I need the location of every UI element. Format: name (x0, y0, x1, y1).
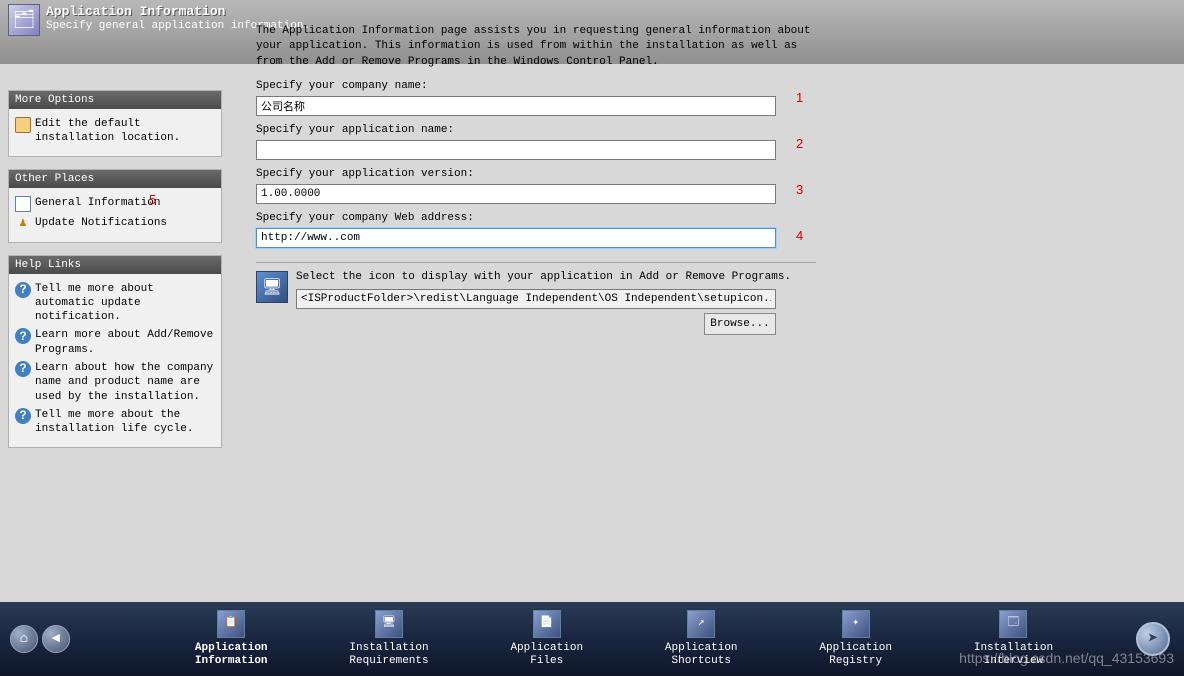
nav-registry[interactable]: ✦ ApplicationRegistry (819, 610, 892, 668)
header-title: Application Information (46, 4, 310, 19)
bell-icon: ♟ (15, 216, 31, 232)
left-column: More Options Edit the default installati… (8, 90, 222, 460)
version-label: Specify your application version: (256, 168, 816, 180)
back-button[interactable]: ◄ (42, 625, 70, 653)
icon-label: Select the icon to display with your app… (296, 271, 816, 283)
help-icon: ? (15, 282, 31, 298)
nav-label: ApplicationRegistry (819, 642, 892, 668)
annotation-3: 3 (796, 182, 803, 197)
app-name-label: Specify your application name: (256, 124, 816, 136)
item-label: Tell me more about the installation life… (35, 408, 215, 437)
help-icon: ? (15, 408, 31, 424)
icon-path-input[interactable] (296, 289, 776, 309)
folder-icon (15, 117, 31, 133)
other-places-title: Other Places (9, 170, 221, 188)
help-links-title: Help Links (9, 256, 221, 274)
files-nav-icon: 📄 (533, 610, 561, 638)
annotation-5: 5 (149, 192, 156, 207)
help-company-name[interactable]: ? Learn about how the company name and p… (15, 359, 215, 406)
app-name-input[interactable] (256, 140, 776, 160)
grid-icon (15, 196, 31, 212)
icon-selection-row: 🖥 Select the icon to display with your a… (256, 271, 816, 309)
nav-files[interactable]: 📄 ApplicationFiles (510, 610, 583, 668)
application-icon: 🖥 (256, 271, 288, 303)
separator (256, 262, 816, 263)
registry-nav-icon: ✦ (842, 610, 870, 638)
main-content: The Application Information page assists… (256, 24, 816, 335)
edit-default-location[interactable]: Edit the default installation location. (15, 115, 215, 148)
nav-label: ApplicationFiles (510, 642, 583, 668)
home-button[interactable]: ⌂ (10, 625, 38, 653)
nav-app-info[interactable]: 📋 ApplicationInformation (195, 610, 268, 668)
requirements-nav-icon: 🖥 (375, 610, 403, 638)
nav-requirements[interactable]: 🖥 InstallationRequirements (349, 610, 428, 668)
nav-shortcuts[interactable]: ↗ ApplicationShortcuts (665, 610, 738, 668)
update-notifications-link[interactable]: ♟ Update Notifications (15, 214, 215, 234)
annotation-2: 2 (796, 136, 803, 151)
help-add-remove[interactable]: ? Learn more about Add/Remove Programs. (15, 326, 215, 359)
shortcuts-nav-icon: ↗ (687, 610, 715, 638)
app-info-nav-icon: 📋 (217, 610, 245, 638)
web-address-input[interactable] (256, 228, 776, 248)
watermark: https://blog.csdn.net/qq_43153693 (959, 650, 1174, 666)
web-address-label: Specify your company Web address: (256, 212, 816, 224)
interview-nav-icon: 🗔 (999, 610, 1027, 638)
company-name-input[interactable] (256, 96, 776, 116)
page-description: The Application Information page assists… (256, 24, 816, 70)
item-label: Learn more about Add/Remove Programs. (35, 328, 215, 357)
help-auto-update[interactable]: ? Tell me more about automatic update no… (15, 280, 215, 327)
nav-label: ApplicationShortcuts (665, 642, 738, 668)
help-life-cycle[interactable]: ? Tell me more about the installation li… (15, 406, 215, 439)
item-label: Tell me more about automatic update noti… (35, 282, 215, 325)
item-label: Update Notifications (35, 216, 167, 230)
help-icon: ? (15, 361, 31, 377)
more-options-title: More Options (9, 91, 221, 109)
general-information-link[interactable]: General Information (15, 194, 215, 214)
annotation-1: 1 (796, 90, 803, 105)
help-icon: ? (15, 328, 31, 344)
company-name-label: Specify your company name: (256, 80, 816, 92)
app-info-icon: 🗂 (8, 4, 40, 36)
browse-button[interactable]: Browse... (704, 313, 776, 335)
help-links-panel: Help Links ? Tell me more about automati… (8, 255, 222, 448)
more-options-panel: More Options Edit the default installati… (8, 90, 222, 157)
item-label: Edit the default installation location. (35, 117, 215, 146)
item-label: General Information (35, 196, 160, 210)
nav-label: ApplicationInformation (195, 642, 268, 668)
item-label: Learn about how the company name and pro… (35, 361, 215, 404)
other-places-panel: Other Places General Information 5 ♟ Upd… (8, 169, 222, 243)
annotation-4: 4 (796, 228, 803, 243)
version-input[interactable] (256, 184, 776, 204)
nav-label: InstallationRequirements (349, 642, 428, 668)
